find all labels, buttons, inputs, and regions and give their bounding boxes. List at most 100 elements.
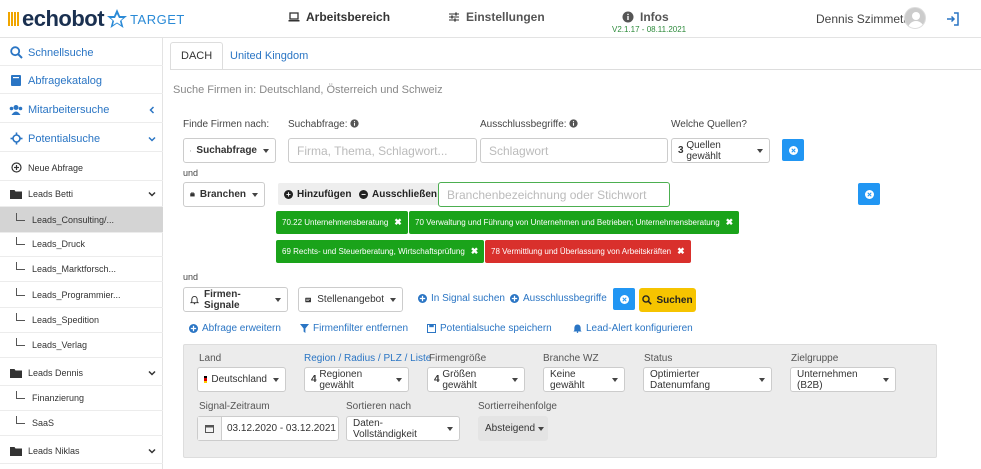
und-label: und [183, 168, 199, 178]
order-label: Sortierreihenfolge [478, 401, 557, 412]
size-count: 4 [434, 374, 440, 385]
exclude-button[interactable]: − Ausschließen [353, 183, 444, 205]
branch-tag[interactable]: 69 Rechts- und Steuerberatung, Wirtschaf… [276, 240, 485, 263]
book-icon [9, 74, 23, 88]
exclude-terms-link[interactable]: Ausschlussbegriffe [510, 293, 607, 304]
sidebar-item-label: Abfragekatalog [28, 74, 102, 87]
in-signal-search-link[interactable]: In Signal suchen [418, 293, 505, 304]
save-search-label: Potentialsuche speichern [440, 323, 552, 334]
country-dropdown[interactable]: Deutschland [197, 367, 286, 392]
sort-dropdown[interactable]: Daten-Vollständigkeit [346, 416, 460, 441]
region-dropdown[interactable]: 4 Regionen gewählt [304, 367, 409, 392]
sidebar-item-leads-spedition[interactable]: Leads_Spedition [0, 307, 163, 333]
mode-dropdown-signals[interactable]: Firmen-Signale [183, 287, 288, 312]
branch-tag-text: 69 Rechts- und Steuerberatung, Wirtschaf… [282, 247, 465, 256]
chevron-down-icon[interactable] [148, 135, 156, 143]
order-dropdown[interactable]: Absteigend [478, 416, 548, 441]
add-button[interactable]: + Hinzufügen [278, 183, 358, 205]
sidebar-item-leads-dennis[interactable]: Leads Dennis [0, 360, 163, 386]
chevron-down-icon[interactable] [148, 190, 156, 198]
chevron-down-icon[interactable] [148, 447, 156, 455]
tab-united-kingdom[interactable]: United Kingdom [220, 42, 318, 70]
sidebar-item-leads-marktforsch[interactable]: Leads_Marktforsch... [0, 256, 163, 282]
branch-input[interactable]: Branchenbezeichnung oder Stichwort [438, 182, 670, 207]
tree-line [16, 288, 25, 296]
sources-dropdown[interactable]: 3 Quellen gewählt [671, 138, 770, 163]
target-dropdown[interactable]: Unternehmen (B2B) [790, 367, 896, 392]
sidebar-item-neue-abfrage[interactable]: Neue Abfrage [0, 155, 163, 181]
sidebar-item-potentialsuche[interactable]: Potentialsuche [0, 126, 163, 152]
close-circle-icon [619, 294, 629, 304]
sidebar-item-label: Neue Abfrage [28, 162, 84, 173]
clear-query-button[interactable] [782, 139, 804, 161]
remove-tag-icon[interactable]: ✖ [394, 217, 402, 228]
tab-dach[interactable]: DACH [170, 42, 224, 70]
sidebar-item-label: Mitarbeitersuche [28, 103, 110, 116]
extend-query-link[interactable]: Abfrage erweitern [189, 323, 281, 334]
sidebar-item-abfragekatalog[interactable]: Abfragekatalog [0, 68, 163, 94]
branch-tag[interactable]: 70 Verwaltung und Führung von Unternehme… [409, 211, 740, 234]
nav-infos[interactable]: Infos [622, 10, 669, 24]
branch-tag-excluded[interactable]: 78 Vermittlung und Überlassung von Arbei… [485, 240, 691, 263]
save-search-link[interactable]: Potentialsuche speichern [427, 323, 552, 334]
sidebar-item-leads-consulting[interactable]: Leads_Consulting/... [0, 207, 163, 233]
sidebar-item-mitarbeitersuche[interactable]: Mitarbeitersuche [0, 97, 163, 123]
lead-alert-link[interactable]: Lead-Alert konfigurieren [573, 323, 693, 334]
und-label: und [183, 272, 199, 282]
mode-dropdown-suchabfrage[interactable]: Suchabfrage [183, 138, 276, 163]
sidebar-item-leads-betti[interactable]: Leads Betti [0, 181, 163, 207]
exclude-input[interactable]: Schlagwort [480, 138, 668, 163]
sidebar-item-leads-niklas[interactable]: Leads Niklas [0, 438, 163, 464]
branch-tag-text: 78 Vermittlung und Überlassung von Arbei… [491, 247, 672, 256]
german-flag-icon [204, 376, 208, 383]
id-card-icon [305, 297, 311, 302]
logout-icon[interactable] [946, 12, 960, 26]
status-dropdown[interactable]: Optimierter Datenumfang [643, 367, 772, 392]
clear-branch-button[interactable] [858, 183, 880, 205]
signal-type-dropdown[interactable]: Stellenangebot [298, 287, 403, 312]
caret-down-icon [759, 377, 765, 382]
nav-workspace[interactable]: Arbeitsbereich [288, 10, 390, 24]
version-text: V2.1.17 - 08.11.2021 [612, 25, 687, 34]
order-value: Absteigend [485, 423, 536, 434]
user-name[interactable]: Dennis Szimmetat [816, 12, 913, 26]
minus-circle-icon: − [359, 189, 368, 199]
branch-tag[interactable]: 70.22 Unternehmensberatung ✖ [276, 211, 408, 234]
avatar[interactable] [904, 7, 926, 29]
chevron-left-icon[interactable] [148, 105, 156, 114]
tree-line [16, 213, 25, 221]
mode-dropdown-value: Suchabfrage [196, 145, 257, 156]
size-dropdown[interactable]: 4 Größen gewählt [427, 367, 525, 392]
sidebar-item-finanzierung[interactable]: Finanzierung [0, 385, 163, 411]
period-input[interactable]: 03.12.2020 - 03.12.2021 [197, 416, 339, 441]
sort-label: Sortieren nach [346, 401, 412, 412]
folder-icon [9, 444, 23, 458]
sidebar-item-leads-verlag[interactable]: Leads_Verlag [0, 332, 163, 358]
exclude-button-label: Ausschließen [372, 188, 438, 200]
sidebar-item-schnellsuche[interactable]: Schnellsuche [0, 40, 163, 66]
sidebar-item-label: SaaS [32, 417, 55, 428]
sidebar-item-leads-druck[interactable]: Leads_Druck [0, 231, 163, 257]
sidebar-item-saas[interactable]: SaaS [0, 410, 163, 436]
remove-tag-icon[interactable]: ✖ [726, 217, 734, 228]
info-icon[interactable] [569, 119, 578, 128]
remove-tag-icon[interactable]: ✖ [471, 246, 479, 257]
nav-settings[interactable]: Einstellungen [448, 10, 545, 24]
clear-signal-button[interactable] [613, 288, 635, 310]
status-value: Optimierter Datenumfang [650, 368, 711, 391]
caret-down-icon [263, 148, 269, 153]
remove-filter-link[interactable]: Firmenfilter entfernen [300, 323, 408, 334]
sidebar-item-leads-programmier[interactable]: Leads_Programmier... [0, 282, 163, 308]
mode-dropdown-branchen[interactable]: Branchen [183, 182, 265, 207]
echobot-logo[interactable]: echobot TARGET [8, 6, 185, 32]
sidebar-item-label: Potentialsuche [28, 132, 101, 145]
query-input[interactable]: Firma, Thema, Schlagwort... [288, 138, 477, 163]
lead-alert-label: Lead-Alert konfigurieren [586, 323, 693, 334]
region-label[interactable]: Region / Radius / PLZ / Liste [304, 353, 431, 364]
branch-wz-dropdown[interactable]: Keine gewählt [543, 367, 625, 392]
chevron-down-icon[interactable] [148, 369, 156, 377]
info-icon[interactable] [350, 119, 359, 128]
crosshair-icon [9, 132, 23, 146]
remove-tag-icon[interactable]: ✖ [677, 246, 685, 257]
search-button[interactable]: Suchen [639, 288, 696, 312]
